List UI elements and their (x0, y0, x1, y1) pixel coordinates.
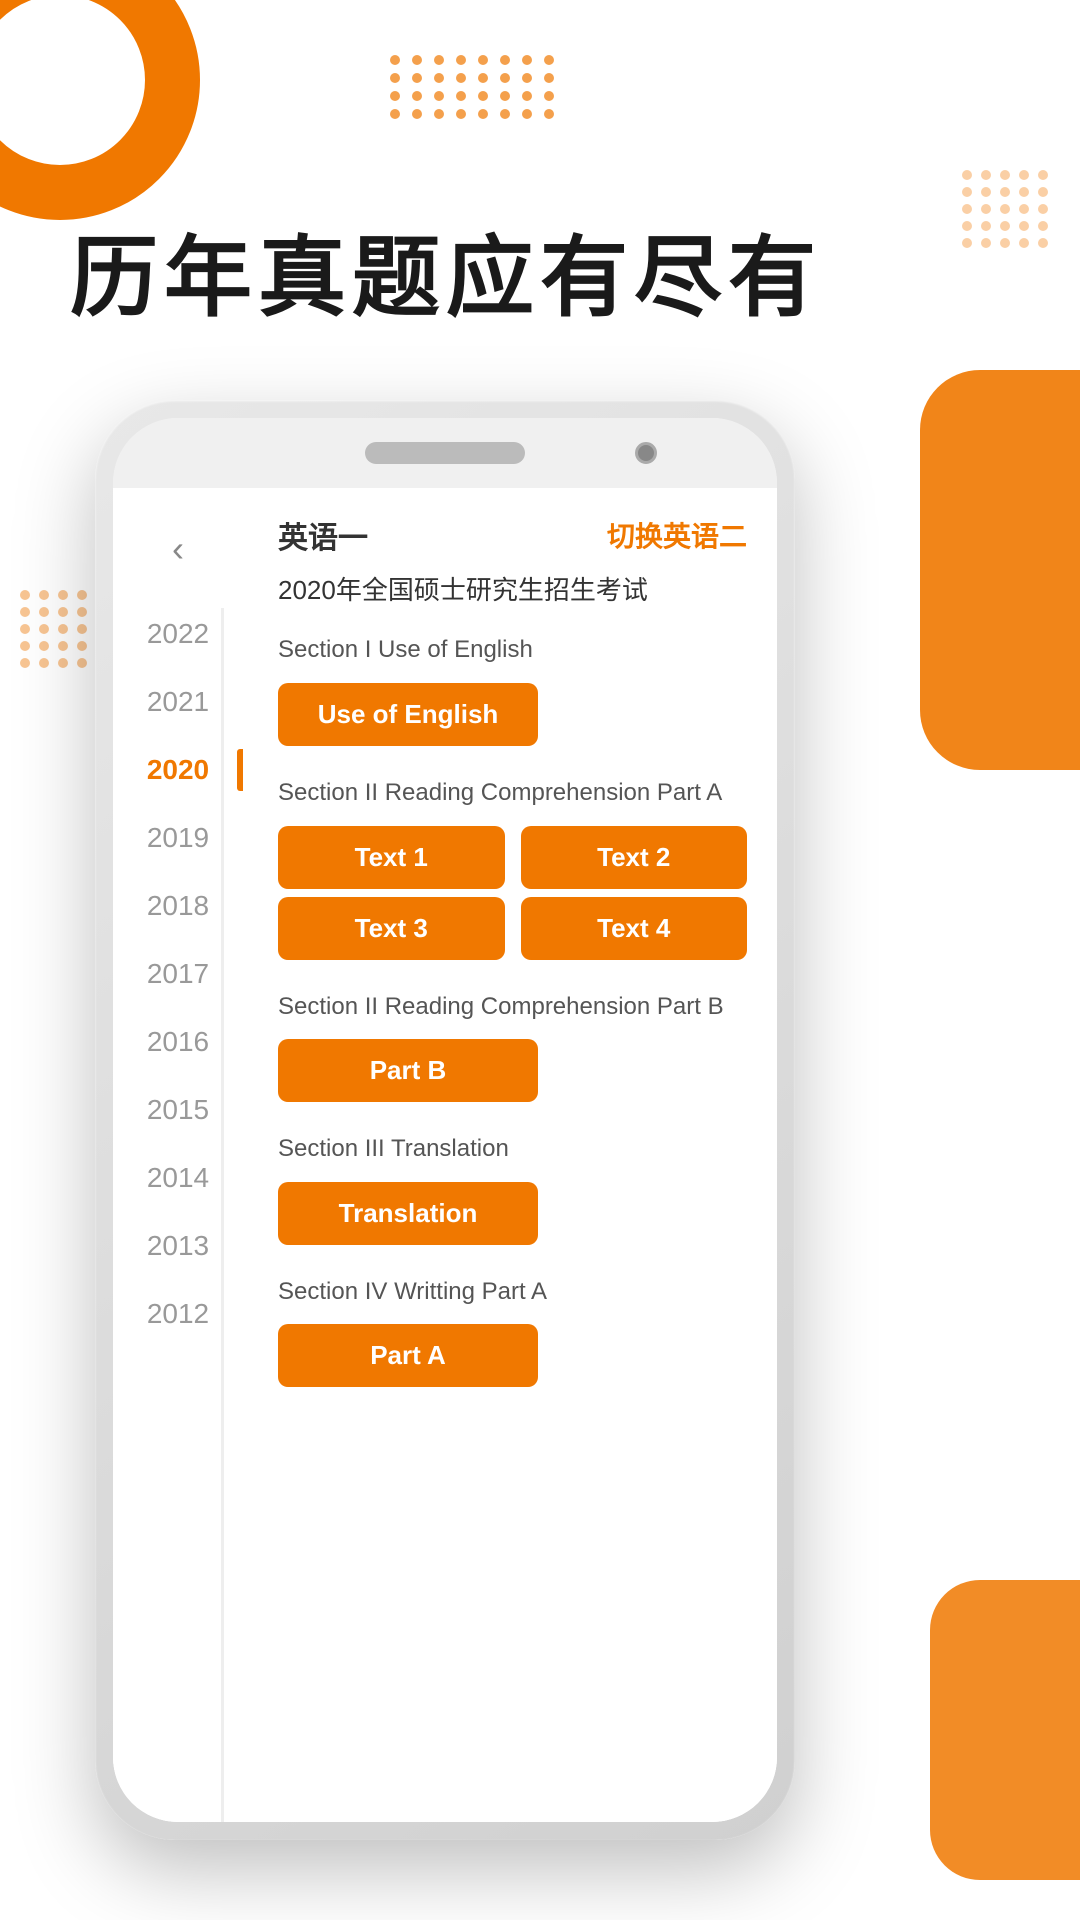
section-2a-buttons-row1: Text 1 Text 2 (278, 826, 747, 889)
section-title-5: Section IV Writting Part A (278, 1275, 747, 1309)
part-a-button[interactable]: Part A (278, 1324, 538, 1387)
phone-outer-shell: ‹ 2022 2021 2020 2019 2018 2017 2016 201… (95, 400, 795, 1840)
phone-camera (635, 442, 657, 464)
section-1-buttons: Use of English (278, 683, 747, 746)
back-button[interactable]: ‹ (172, 528, 184, 570)
phone-speaker (365, 442, 525, 464)
decoration-orange-right-bottom (930, 1580, 1080, 1880)
section-group-1: Section I Use of English Use of English (278, 633, 747, 746)
use-of-english-button[interactable]: Use of English (278, 683, 538, 746)
section-title-2: Section II Reading Comprehension Part A (278, 776, 747, 810)
decoration-dots-top-center (390, 55, 558, 119)
section-title-3: Section II Reading Comprehension Part B (278, 990, 747, 1024)
year-item-2021[interactable]: 2021 (113, 686, 243, 718)
section-title-1: Section I Use of English (278, 633, 747, 667)
year-item-2016[interactable]: 2016 (113, 1026, 243, 1058)
section-2b-buttons: Part B (278, 1039, 747, 1102)
year-sidebar: ‹ 2022 2021 2020 2019 2018 2017 2016 201… (113, 488, 243, 1822)
translation-button[interactable]: Translation (278, 1182, 538, 1245)
phone-inner-screen: ‹ 2022 2021 2020 2019 2018 2017 2016 201… (113, 418, 777, 1822)
content-header: 英语一 切换英语二 (278, 513, 747, 557)
exam-full-title: 2020年全国硕士研究生招生考试 (278, 572, 747, 608)
decoration-dots-right (962, 170, 1050, 248)
year-item-2020[interactable]: 2020 (113, 754, 243, 786)
year-item-2019[interactable]: 2019 (113, 822, 243, 854)
section-3-buttons: Translation (278, 1182, 747, 1245)
phone-status-bar (113, 418, 777, 488)
part-b-button[interactable]: Part B (278, 1039, 538, 1102)
exam-content-area: 英语一 切换英语二 2020年全国硕士研究生招生考试 Section I Use… (243, 488, 777, 1822)
year-item-2022[interactable]: 2022 (113, 618, 243, 650)
year-item-2014[interactable]: 2014 (113, 1162, 243, 1194)
decoration-circle-top-left (0, 0, 200, 220)
exam-type-label: 英语一 (278, 513, 368, 557)
phone-mockup: ‹ 2022 2021 2020 2019 2018 2017 2016 201… (95, 400, 855, 1870)
app-content: ‹ 2022 2021 2020 2019 2018 2017 2016 201… (113, 488, 777, 1822)
section-2a-buttons-row2: Text 3 Text 4 (278, 897, 747, 960)
section-title-4: Section III Translation (278, 1132, 747, 1166)
year-item-2013[interactable]: 2013 (113, 1230, 243, 1262)
switch-exam-type-button[interactable]: 切换英语二 (607, 515, 747, 555)
section-group-4: Section III Translation Translation (278, 1132, 747, 1245)
year-item-2012[interactable]: 2012 (113, 1298, 243, 1330)
year-item-2017[interactable]: 2017 (113, 958, 243, 990)
year-item-2015[interactable]: 2015 (113, 1094, 243, 1126)
section-4-buttons: Part A (278, 1324, 747, 1387)
text2-button[interactable]: Text 2 (521, 826, 748, 889)
text1-button[interactable]: Text 1 (278, 826, 505, 889)
section-group-2: Section II Reading Comprehension Part A … (278, 776, 747, 960)
section-group-5: Section IV Writting Part A Part A (278, 1275, 747, 1388)
section-group-3: Section II Reading Comprehension Part B … (278, 990, 747, 1103)
text3-button[interactable]: Text 3 (278, 897, 505, 960)
decoration-orange-right-mid (920, 370, 1080, 770)
timeline-line (221, 608, 224, 1822)
year-item-2018[interactable]: 2018 (113, 890, 243, 922)
text4-button[interactable]: Text 4 (521, 897, 748, 960)
page-title: 历年真题应有尽有 (70, 230, 822, 327)
